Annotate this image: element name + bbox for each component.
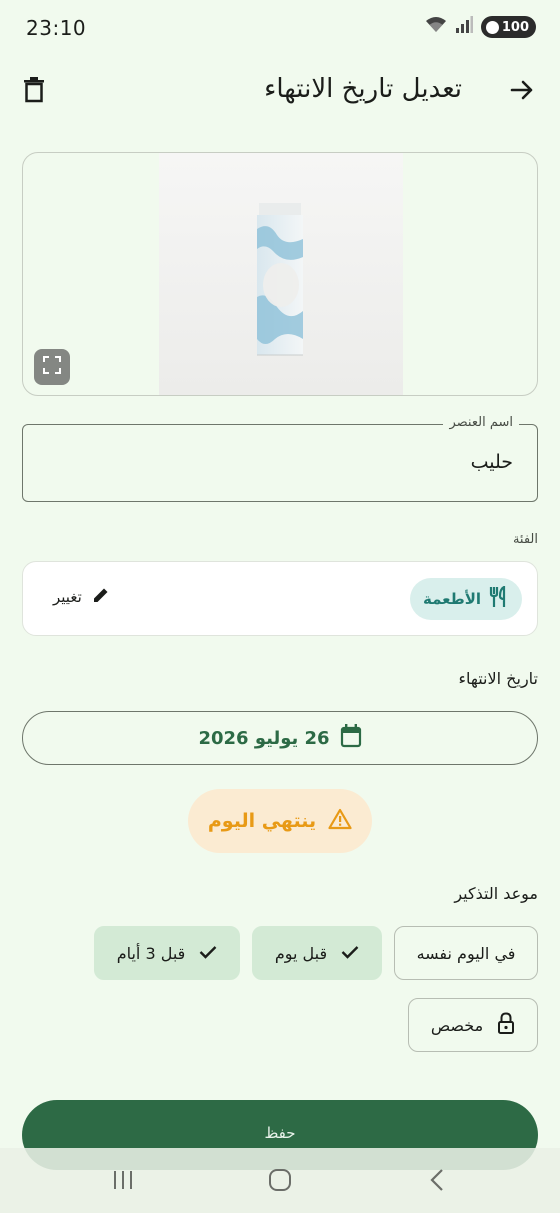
item-image-card[interactable]	[22, 152, 538, 396]
restaurant-icon	[489, 585, 509, 612]
page-title: تعديل تاريخ الانتهاء	[264, 74, 462, 104]
signal-icon	[455, 16, 473, 38]
lock-icon	[497, 1012, 515, 1038]
status-time: 23:10	[26, 16, 87, 40]
reminder-option-one-day[interactable]: قبل يوم	[252, 926, 382, 980]
change-category-label: تغيير	[53, 588, 82, 606]
expand-icon	[42, 355, 62, 379]
trash-icon	[23, 77, 45, 107]
reminder-option-label: قبل 3 أيام	[116, 943, 186, 963]
wifi-icon	[425, 16, 447, 38]
reminder-option-same-day[interactable]: في اليوم نفسه	[394, 926, 538, 980]
status-bar: 23:10 100	[0, 0, 560, 56]
item-name-value[interactable]: حليب	[471, 451, 513, 473]
save-button-label: حفظ	[264, 1124, 296, 1142]
expiry-date-label: تاريخ الانتهاء	[458, 669, 538, 688]
expiry-warning-text: ينتهي اليوم	[207, 810, 317, 832]
reminder-custom-label: مخصص	[430, 1015, 484, 1035]
arrow-forward-icon	[509, 77, 535, 107]
battery-icon: 100	[480, 16, 536, 38]
home-icon[interactable]	[265, 1168, 295, 1192]
expiry-date-button[interactable]: 26 يوليو 2026	[22, 711, 538, 765]
reminder-option-custom[interactable]: مخصص	[408, 998, 538, 1052]
reminder-option-label: قبل يوم	[274, 943, 328, 963]
item-name-label: اسم العنصر	[443, 415, 519, 430]
recents-icon[interactable]	[108, 1168, 138, 1192]
milk-carton-image	[257, 203, 303, 356]
change-category-button[interactable]: تغيير	[53, 586, 110, 608]
category-chip[interactable]: الأطعمة	[410, 578, 522, 620]
check-icon	[199, 944, 217, 963]
back-button[interactable]	[504, 74, 540, 110]
category-card: الأطعمة تغيير	[22, 561, 538, 636]
reminder-option-three-days[interactable]: قبل 3 أيام	[94, 926, 240, 980]
category-chip-label: الأطعمة	[422, 590, 482, 608]
calendar-icon	[340, 723, 362, 753]
battery-level: 100	[501, 19, 529, 35]
expand-image-button[interactable]	[34, 349, 70, 385]
status-icons: 100	[425, 16, 536, 38]
app-bar: تعديل تاريخ الانتهاء	[0, 64, 560, 120]
category-label: الفئة	[512, 532, 538, 547]
warning-icon	[328, 808, 352, 835]
item-name-field[interactable]: اسم العنصر حليب	[22, 415, 538, 502]
item-photo	[159, 153, 403, 395]
battery-heart-icon	[485, 20, 499, 34]
expiry-date-value: 26 يوليو 2026	[198, 727, 330, 749]
back-icon[interactable]	[422, 1168, 452, 1192]
reminder-label: موعد التذكير	[454, 884, 538, 903]
expiry-warning-badge: ينتهي اليوم	[188, 789, 372, 853]
reminder-option-label: في اليوم نفسه	[416, 943, 516, 963]
system-nav-bar	[0, 1148, 560, 1213]
check-icon	[341, 944, 359, 963]
pencil-icon	[92, 586, 110, 608]
delete-button[interactable]	[16, 72, 52, 112]
